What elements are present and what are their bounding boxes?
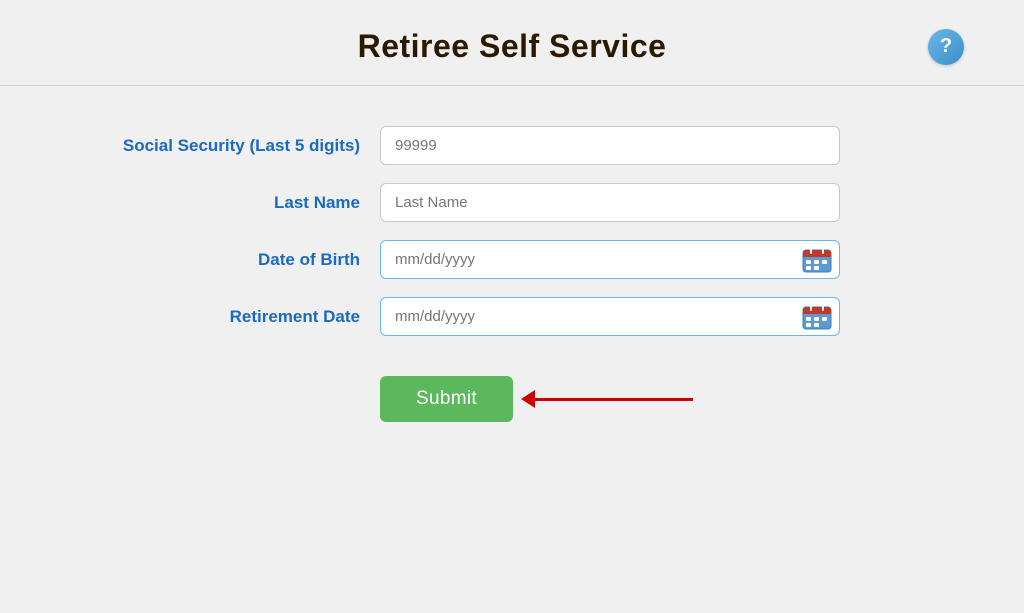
social-security-label: Social Security (Last 5 digits) — [60, 136, 380, 156]
retirement-date-input[interactable] — [380, 297, 840, 336]
social-security-input-wrapper — [380, 126, 840, 165]
submit-button[interactable]: Submit — [380, 376, 513, 422]
last-name-row: Last Name — [60, 183, 964, 222]
date-of-birth-row: Date of Birth — [60, 240, 964, 279]
date-of-birth-input-wrapper — [380, 240, 840, 279]
retirement-date-row: Retirement Date — [60, 297, 964, 336]
last-name-label: Last Name — [60, 193, 380, 213]
date-of-birth-input[interactable] — [380, 240, 840, 279]
retirement-date-label: Retirement Date — [60, 307, 380, 327]
page-title: Retiree Self Service — [358, 28, 667, 65]
help-icon[interactable]: ? — [928, 29, 964, 65]
last-name-input[interactable] — [380, 183, 840, 222]
submit-row: Submit — [60, 376, 964, 422]
arrow-wrapper — [533, 398, 693, 401]
arrow-line — [533, 398, 693, 401]
form-container: Social Security (Last 5 digits) Last Nam… — [0, 86, 1024, 462]
retirement-date-calendar-icon[interactable] — [802, 304, 832, 330]
social-security-row: Social Security (Last 5 digits) — [60, 126, 964, 165]
date-of-birth-calendar-icon[interactable] — [802, 247, 832, 273]
retirement-date-input-wrapper — [380, 297, 840, 336]
date-of-birth-label: Date of Birth — [60, 250, 380, 270]
social-security-input[interactable] — [380, 126, 840, 165]
last-name-input-wrapper — [380, 183, 840, 222]
arrow-head — [521, 390, 535, 408]
page-header: Retiree Self Service ? — [0, 0, 1024, 86]
